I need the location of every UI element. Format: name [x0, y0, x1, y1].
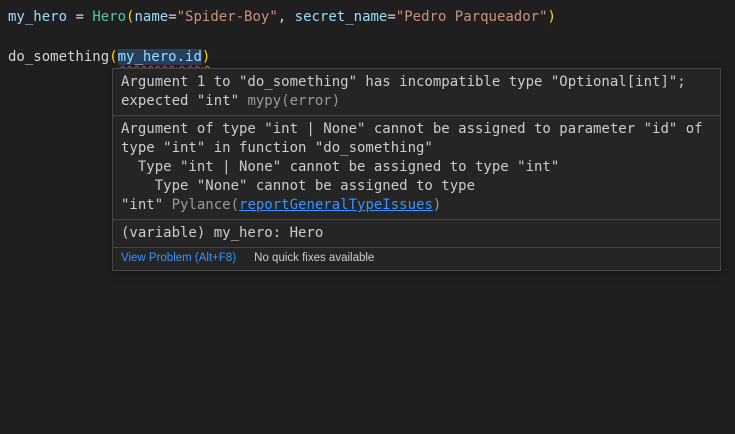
code-line-2-empty[interactable]: [8, 27, 735, 47]
token-class: Hero: [92, 9, 126, 25]
token-open-paren: (: [109, 49, 117, 65]
pylance-message-line: type "int" in function "do_something": [121, 139, 712, 158]
diagnostic-hover-tooltip: Argument 1 to "do_something" has incompa…: [112, 68, 721, 271]
token-variable: my_hero: [8, 9, 67, 25]
hover-status-bar: View Problem (Alt+F8) No quick fixes ava…: [113, 247, 720, 270]
pylance-message-text: "int": [121, 197, 172, 213]
hovered-expression-error[interactable]: my_hero.id: [118, 49, 202, 65]
variable-info-text: (variable) my_hero: Hero: [121, 224, 712, 243]
report-general-type-issues-link[interactable]: reportGeneralTypeIssues: [239, 197, 433, 213]
no-quick-fixes-label: No quick fixes available: [254, 252, 374, 265]
token-dot: .: [177, 49, 185, 65]
token-function: do_something: [8, 49, 109, 65]
token-operator: =: [67, 9, 92, 25]
token-close-paren-warning: ): [202, 49, 210, 65]
view-problem-link[interactable]: View Problem (Alt+F8): [121, 252, 236, 265]
pylance-message-line: Argument of type "int | None" cannot be …: [121, 120, 712, 139]
token-variable: my_hero: [118, 49, 177, 65]
mypy-message-text: expected "int": [121, 93, 247, 109]
token-string: "Pedro Parqueador": [396, 9, 548, 25]
token-parameter: secret_name: [295, 9, 388, 25]
token-close-paren: ): [548, 9, 556, 25]
pylance-message-line: "int" Pylance(reportGeneralTypeIssues): [121, 196, 712, 215]
token-property: id: [185, 49, 202, 65]
token-parameter: name: [134, 9, 168, 25]
token-comma: ,: [278, 9, 295, 25]
pylance-source-label: ): [433, 197, 441, 213]
pylance-diagnostic-section: Argument of type "int | None" cannot be …: [113, 115, 720, 219]
mypy-diagnostic-section: Argument 1 to "do_something" has incompa…: [113, 69, 720, 115]
pylance-message-line: Type "int | None" cannot be assigned to …: [121, 158, 712, 177]
pylance-source-label: Pylance(: [172, 197, 239, 213]
mypy-source-label: mypy(error): [247, 93, 340, 109]
mypy-message-line: expected "int" mypy(error): [121, 92, 712, 111]
pylance-message-line: Type "None" cannot be assigned to type: [121, 177, 712, 196]
token-operator: =: [387, 9, 395, 25]
token-operator: =: [168, 9, 176, 25]
variable-info-section: (variable) my_hero: Hero: [113, 219, 720, 247]
code-line-3[interactable]: do_something(my_hero.id): [8, 47, 735, 67]
code-line-1[interactable]: my_hero = Hero(name="Spider-Boy", secret…: [8, 7, 735, 27]
token-string: "Spider-Boy": [177, 9, 278, 25]
mypy-message-line: Argument 1 to "do_something" has incompa…: [121, 73, 712, 92]
